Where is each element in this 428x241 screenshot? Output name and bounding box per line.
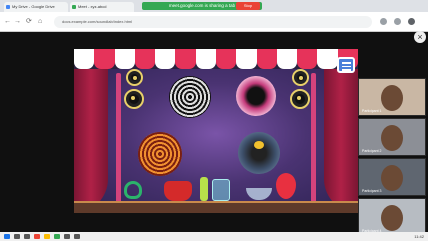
browser-tab-strip: My Drive - Google Drive Meet - xyz-abcd … <box>0 0 428 12</box>
stage-pillar <box>311 73 316 203</box>
stop-sharing-button[interactable]: Stop <box>236 2 260 10</box>
back-icon[interactable]: ← <box>4 18 11 25</box>
stage-floor <box>74 201 358 213</box>
close-icon[interactable]: × <box>414 31 426 43</box>
video-participants-panel: Participant 1 Participant 2 Participant … <box>358 78 428 240</box>
taskbar-app-icon[interactable] <box>14 234 20 239</box>
speaker-icon[interactable] <box>292 69 309 86</box>
tab-label: My Drive - Google Drive <box>12 4 55 9</box>
stage-pillar <box>116 73 121 203</box>
taskbar-app-icon[interactable] <box>64 234 70 239</box>
speaker-icon[interactable] <box>290 89 310 109</box>
avatar <box>381 205 403 231</box>
spiral-sound-disc[interactable] <box>169 76 211 118</box>
avatar <box>381 85 403 111</box>
striped-awning <box>74 49 358 69</box>
participant-tile[interactable]: Participant 1 <box>358 78 426 116</box>
participant-name: Participant 3 <box>362 189 382 193</box>
participant-tile[interactable]: Participant 2 <box>358 118 426 156</box>
system-clock: 11:42 <box>414 234 424 239</box>
menu-kebab-icon[interactable] <box>408 18 415 25</box>
participant-tile[interactable]: Participant 3 <box>358 158 426 196</box>
game-stage[interactable] <box>74 49 358 213</box>
forward-icon[interactable]: → <box>14 18 21 25</box>
taskbar-app-icon[interactable] <box>74 234 80 239</box>
speaker-icon[interactable] <box>126 69 143 86</box>
glass-jar-item[interactable] <box>212 179 230 201</box>
browser-tab[interactable]: Meet - xyz-abcd <box>70 2 134 12</box>
participant-name: Participant 2 <box>362 149 382 153</box>
tab-favicon-icon <box>6 5 10 9</box>
speaker-icon[interactable] <box>124 89 144 109</box>
reload-icon[interactable]: ⟳ <box>26 18 32 25</box>
taskbar-app-icon[interactable] <box>54 234 60 239</box>
pink-sound-disc[interactable] <box>236 76 276 116</box>
os-taskbar: 11:42 <box>0 232 428 241</box>
taskbar-app-icon[interactable] <box>24 234 30 239</box>
avatar <box>381 165 403 191</box>
taskbar-app-icon[interactable] <box>34 234 40 239</box>
left-curtain <box>74 69 108 213</box>
bottle-item[interactable] <box>200 177 208 201</box>
start-icon[interactable] <box>4 234 10 239</box>
right-curtain <box>324 69 358 213</box>
tab-label: Meet - xyz-abcd <box>78 4 107 9</box>
game-menu-button[interactable] <box>337 57 355 73</box>
bee-icon <box>254 141 264 149</box>
participant-tile[interactable]: Participant 4 <box>358 198 426 236</box>
address-bar[interactable]: docs.example.com/soundlab/index.html <box>54 16 372 28</box>
teapot-item[interactable] <box>124 181 142 199</box>
tab-favicon-icon <box>72 5 76 9</box>
red-pot-item[interactable] <box>164 181 192 201</box>
home-icon[interactable]: ⌂ <box>38 18 42 25</box>
profile-avatar-icon[interactable] <box>394 18 401 25</box>
extension-icon[interactable] <box>380 18 387 25</box>
bee-sound-disc[interactable] <box>238 132 280 174</box>
avatar <box>381 125 403 151</box>
browser-toolbar: ← → ⟳ ⌂ docs.example.com/soundlab/index.… <box>0 12 428 32</box>
taskbar-app-icon[interactable] <box>44 234 50 239</box>
browser-tab[interactable]: My Drive - Google Drive <box>4 2 68 12</box>
participant-name: Participant 1 <box>362 109 382 113</box>
orange-sound-disc[interactable] <box>138 132 182 176</box>
